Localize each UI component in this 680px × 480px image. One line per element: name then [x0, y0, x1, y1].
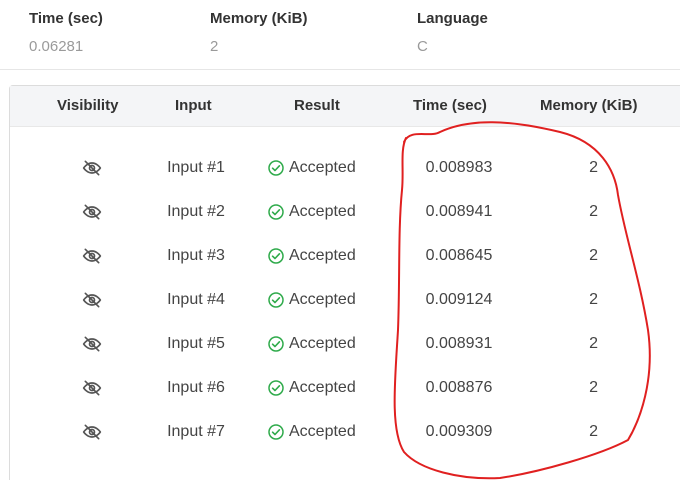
row-memory: 2	[589, 247, 598, 264]
check-circle-icon	[268, 424, 284, 440]
row-time: 0.008876	[425, 379, 493, 396]
input-label: Input #6	[167, 379, 225, 396]
summary-time-label: Time (sec)	[29, 10, 103, 27]
input-label: Input #2	[167, 203, 225, 220]
input-label: Input #7	[167, 423, 225, 440]
header-visibility: Visibility	[57, 97, 119, 114]
eye-slash-icon	[82, 380, 102, 396]
header-time: Time (sec)	[413, 97, 487, 114]
check-circle-icon	[268, 160, 284, 176]
visibility-toggle[interactable]	[80, 146, 104, 190]
row-time: 0.009309	[425, 423, 493, 440]
eye-slash-icon	[82, 336, 102, 352]
summary-language: Language C	[417, 10, 488, 55]
table-row: Input #3 Accepted 0.008645 2	[10, 234, 680, 278]
table-row: Input #6 Accepted 0.008876 2	[10, 366, 680, 410]
result-label: Accepted	[289, 247, 356, 264]
table-row: Input #5 Accepted 0.008931 2	[10, 322, 680, 366]
submission-summary: Time (sec) 0.06281 Memory (KiB) 2 Langua…	[0, 0, 680, 70]
input-label: Input #4	[167, 291, 225, 308]
summary-memory: Memory (KiB) 2	[210, 10, 308, 55]
row-time: 0.008645	[425, 247, 493, 264]
check-circle-icon	[268, 292, 284, 308]
eye-slash-icon	[82, 204, 102, 220]
eye-slash-icon	[82, 424, 102, 440]
header-memory: Memory (KiB)	[540, 97, 638, 114]
result-label: Accepted	[289, 335, 356, 352]
result-label: Accepted	[289, 423, 356, 440]
row-memory: 2	[589, 159, 598, 176]
test-results-table: Visibility Input Result Time (sec) Memor…	[9, 85, 680, 480]
row-memory: 2	[589, 379, 598, 396]
summary-language-value: C	[417, 38, 428, 55]
row-time: 0.009124	[425, 291, 493, 308]
eye-slash-icon	[82, 160, 102, 176]
eye-slash-icon	[82, 292, 102, 308]
visibility-toggle[interactable]	[80, 322, 104, 366]
table-row: Input #2 Accepted 0.008941 2	[10, 190, 680, 234]
summary-time-value: 0.06281	[29, 38, 84, 55]
check-circle-icon	[268, 336, 284, 352]
row-memory: 2	[589, 203, 598, 220]
visibility-toggle[interactable]	[80, 410, 104, 454]
result-status: Accepted	[268, 410, 356, 454]
result-status: Accepted	[268, 234, 356, 278]
input-label: Input #5	[167, 335, 225, 352]
result-label: Accepted	[289, 379, 356, 396]
summary-memory-label: Memory (KiB)	[210, 10, 308, 27]
summary-divider	[0, 69, 680, 70]
input-label: Input #1	[167, 159, 225, 176]
check-circle-icon	[268, 380, 284, 396]
result-status: Accepted	[268, 366, 356, 410]
visibility-toggle[interactable]	[80, 190, 104, 234]
result-status: Accepted	[268, 190, 356, 234]
visibility-toggle[interactable]	[80, 278, 104, 322]
table-row: Input #7 Accepted 0.009309 2	[10, 410, 680, 454]
table-row: Input #4 Accepted 0.009124 2	[10, 278, 680, 322]
visibility-toggle[interactable]	[80, 366, 104, 410]
result-status: Accepted	[268, 322, 356, 366]
result-status: Accepted	[268, 146, 356, 190]
row-memory: 2	[589, 423, 598, 440]
result-label: Accepted	[289, 203, 356, 220]
check-circle-icon	[268, 248, 284, 264]
row-time: 0.008983	[425, 159, 493, 176]
header-input: Input	[175, 97, 212, 114]
row-time: 0.008931	[425, 335, 493, 352]
header-result: Result	[294, 97, 340, 114]
result-label: Accepted	[289, 291, 356, 308]
result-status: Accepted	[268, 278, 356, 322]
input-label: Input #3	[167, 247, 225, 264]
result-label: Accepted	[289, 159, 356, 176]
summary-language-label: Language	[417, 10, 488, 27]
eye-slash-icon	[82, 248, 102, 264]
visibility-toggle[interactable]	[80, 234, 104, 278]
table-row: Input #1 Accepted 0.008983 2	[10, 146, 680, 190]
submission-results-page: Time (sec) 0.06281 Memory (KiB) 2 Langua…	[0, 0, 680, 480]
row-memory: 2	[589, 335, 598, 352]
check-circle-icon	[268, 204, 284, 220]
table-header: Visibility Input Result Time (sec) Memor…	[10, 86, 680, 127]
row-time: 0.008941	[425, 203, 493, 220]
summary-time: Time (sec) 0.06281	[29, 10, 103, 55]
row-memory: 2	[589, 291, 598, 308]
summary-memory-value: 2	[210, 38, 219, 55]
